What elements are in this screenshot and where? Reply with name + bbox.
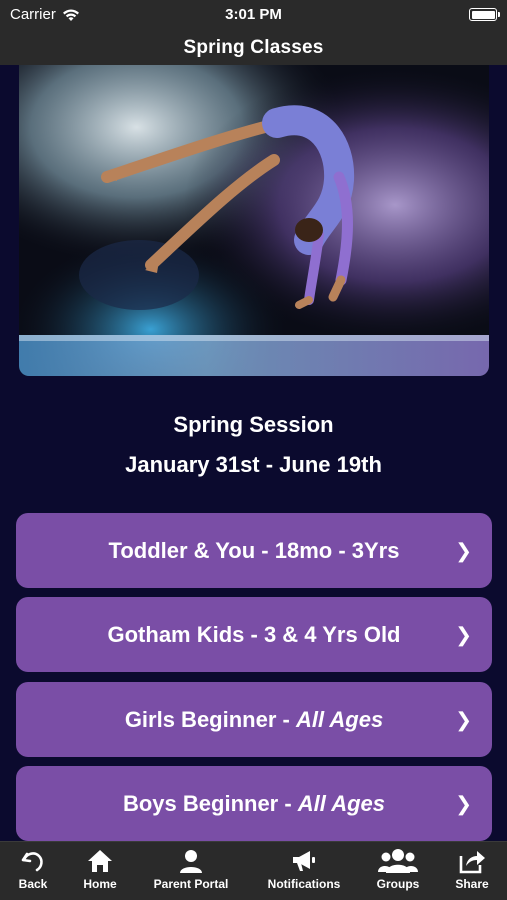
session-title: Spring Session xyxy=(173,412,334,437)
class-button-label: Gotham Kids - 3 & 4 Yrs Old xyxy=(107,621,401,647)
groups-icon xyxy=(378,849,418,873)
class-button-girls-beginner[interactable]: Girls Beginner - All Ages ❯ xyxy=(16,682,492,757)
tab-groups[interactable]: Groups xyxy=(374,848,422,891)
share-icon xyxy=(459,851,485,874)
status-bar: Carrier 3:01 PM xyxy=(0,0,507,30)
tab-parent-portal[interactable]: Parent Portal xyxy=(149,848,233,891)
tab-home[interactable]: Home xyxy=(79,848,121,891)
hero-image-gymnast xyxy=(19,65,489,376)
tab-label: Groups xyxy=(376,877,420,891)
chevron-right-icon: ❯ xyxy=(455,709,472,731)
tab-label: Share xyxy=(455,877,489,891)
class-button-boys-beginner[interactable]: Boys Beginner - All Ages ❯ xyxy=(16,766,492,841)
tab-label: Notifications xyxy=(267,877,341,891)
clock: 3:01 PM xyxy=(225,6,282,23)
tab-bar: Back Home Parent Portal Notifications Gr… xyxy=(0,841,507,900)
session-dates: January 31st - June 19th xyxy=(125,452,382,477)
tab-share[interactable]: Share xyxy=(452,848,492,891)
class-button-label: Toddler & You - 18mo - 3Yrs xyxy=(108,537,400,563)
nav-title: Spring Classes xyxy=(0,30,507,65)
tab-label: Parent Portal xyxy=(153,877,229,891)
tab-label: Home xyxy=(83,877,117,891)
class-button-gotham-kids[interactable]: Gotham Kids - 3 & 4 Yrs Old ❯ xyxy=(16,597,492,672)
chevron-right-icon: ❯ xyxy=(455,540,472,562)
back-icon xyxy=(21,852,43,872)
battery-icon xyxy=(469,8,500,21)
class-button-toddler[interactable]: Toddler & You - 18mo - 3Yrs ❯ xyxy=(16,513,492,588)
chevron-right-icon: ❯ xyxy=(455,793,472,815)
tab-back[interactable]: Back xyxy=(14,848,52,891)
home-icon xyxy=(88,850,112,872)
megaphone-icon xyxy=(293,851,315,871)
tab-notifications[interactable]: Notifications xyxy=(262,848,346,891)
person-icon xyxy=(180,850,202,873)
tab-label: Back xyxy=(18,877,48,891)
class-button-label: Girls Beginner - All Ages xyxy=(124,706,384,732)
chevron-right-icon: ❯ xyxy=(455,624,472,646)
class-button-label: Boys Beginner - All Ages xyxy=(122,790,386,816)
